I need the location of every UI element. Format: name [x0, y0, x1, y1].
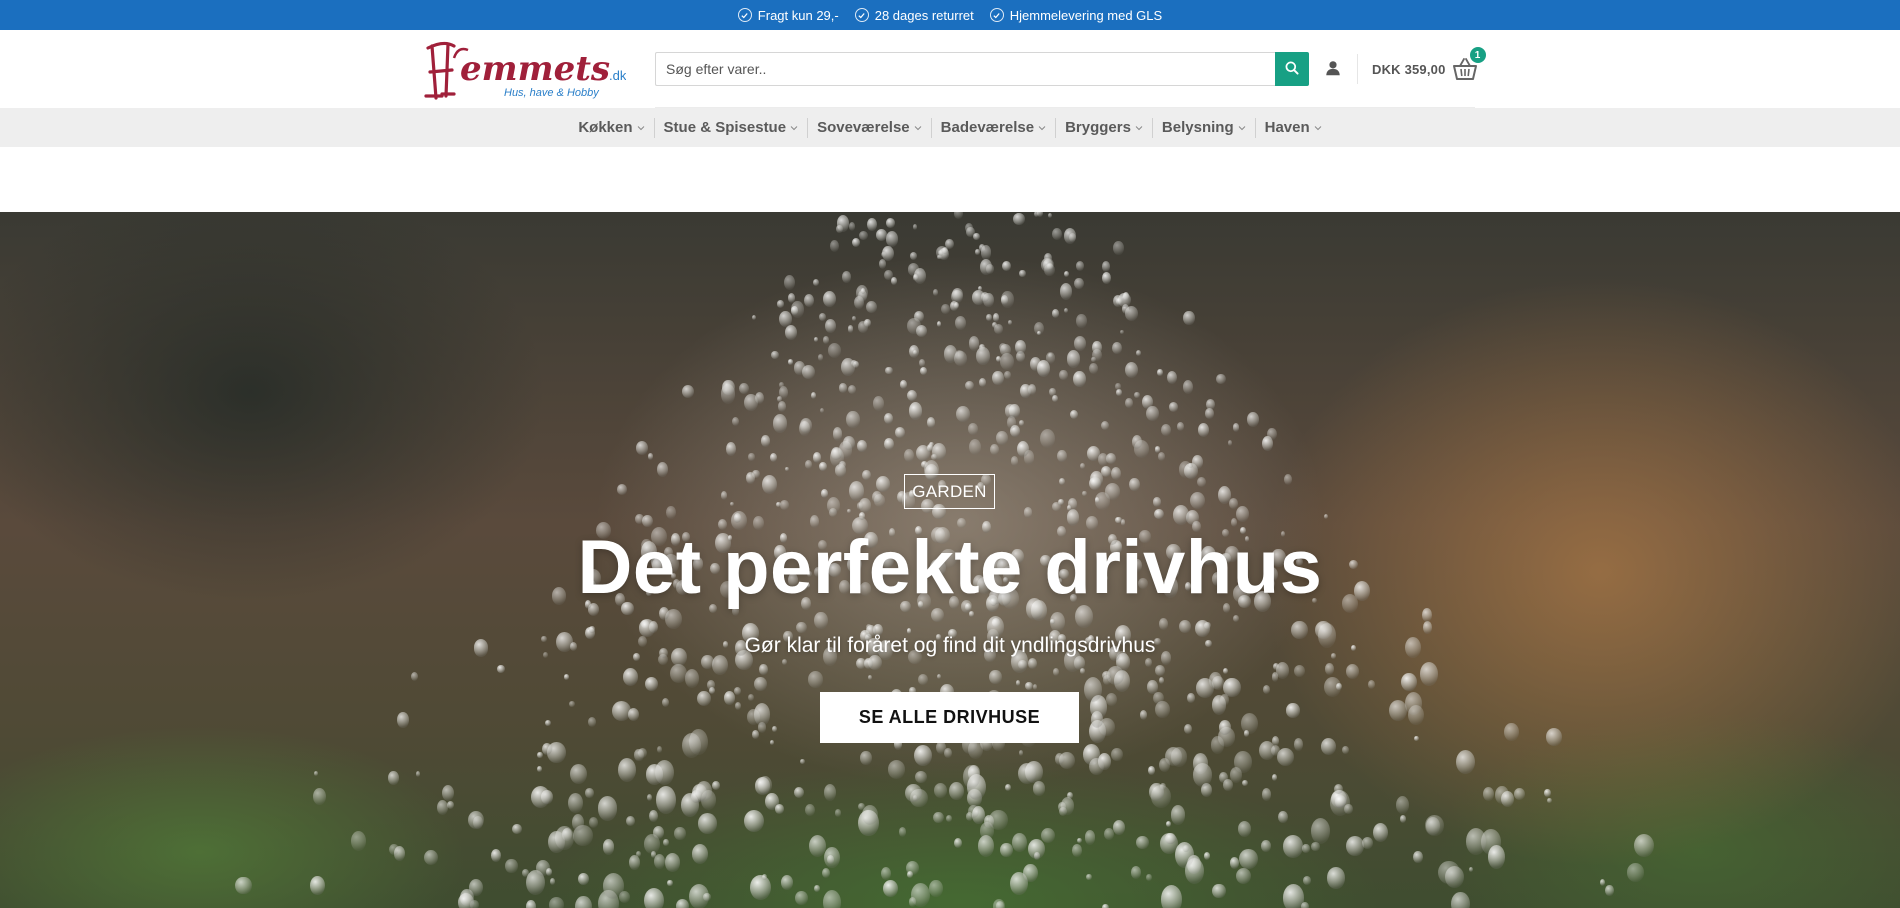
announcement-bar: Fragt kun 29,- 28 dages returret Hjemmel…	[0, 0, 1900, 30]
usp-label: 28 dages returret	[874, 7, 974, 23]
nav-item-badevaerelse[interactable]: Badeværelse	[930, 117, 1055, 138]
chevron-down-icon	[914, 125, 922, 130]
chevron-down-icon	[790, 125, 798, 130]
nav-item-kokken[interactable]: Køkken	[569, 118, 653, 138]
nav-item-label: Køkken	[578, 119, 633, 136]
basket-icon: 1	[1452, 47, 1486, 81]
nav-item-label: Belysning	[1161, 119, 1234, 136]
hero-banner: GARDEN Det perfekte drivhus Gør klar til…	[0, 212, 1900, 908]
logo-tagline: Hus, have & Hobby	[504, 87, 600, 99]
chevron-down-icon	[1238, 125, 1245, 130]
svg-text:.dk: .dk	[609, 68, 626, 83]
site-logo[interactable]: emmets .dk Hus, have & Hobby	[424, 36, 627, 102]
chevron-down-icon	[637, 125, 644, 130]
cart-total: DKK 359,00	[1372, 61, 1446, 77]
usp-item: Fragt kun 29,-	[737, 7, 839, 23]
cart-button[interactable]: DKK 359,00 1	[1372, 47, 1486, 82]
usp-label: Fragt kun 29,-	[757, 7, 839, 23]
main-navigation: Køkken Stue & Spisestue Soveværelse Bade…	[0, 108, 1900, 147]
usp-item: Hjemmelevering med GLS	[989, 7, 1163, 23]
search-input[interactable]	[655, 52, 1275, 86]
chevron-down-icon	[1314, 125, 1321, 130]
user-icon	[1324, 59, 1342, 82]
nav-item-label: Badeværelse	[940, 119, 1035, 136]
hero-subheadline: Gør klar til foråret og find dit yndling…	[744, 634, 1156, 657]
check-circle-icon	[854, 8, 869, 22]
nav-item-haven[interactable]: Haven	[1254, 117, 1331, 138]
chevron-down-icon	[1135, 125, 1143, 130]
see-all-greenhouses-button[interactable]: SE ALLE DRIVHUSE	[820, 692, 1079, 743]
search-form	[655, 52, 1309, 86]
hero-headline: Det perfekte drivhus	[577, 525, 1323, 610]
check-circle-icon	[737, 8, 752, 22]
usp-label: Hjemmelevering med GLS	[1009, 7, 1163, 23]
header-divider	[1357, 54, 1358, 84]
site-header: emmets .dk Hus, have & Hobby DKK 359,00	[0, 30, 1900, 108]
nav-item-label: Bryggers	[1065, 119, 1131, 136]
cart-count-badge: 1	[1469, 47, 1486, 63]
search-button[interactable]	[1275, 52, 1309, 86]
nav-item-belysning[interactable]: Belysning	[1151, 117, 1255, 138]
nav-item-label: Haven	[1264, 119, 1310, 136]
nav-item-bryggers[interactable]: Bryggers	[1055, 117, 1152, 138]
chevron-down-icon	[1038, 125, 1046, 130]
nav-item-stue-spisestue[interactable]: Stue & Spisestue	[653, 117, 808, 138]
search-icon	[1284, 60, 1300, 79]
header-spacer	[0, 147, 1900, 212]
nav-item-sovevaerelse[interactable]: Soveværelse	[807, 117, 931, 138]
check-circle-icon	[989, 8, 1004, 22]
nav-item-label: Soveværelse	[817, 119, 910, 136]
svg-text:emmets: emmets	[460, 49, 610, 89]
hero-category-tag: GARDEN	[904, 474, 995, 509]
nav-item-label: Stue & Spisestue	[663, 119, 787, 136]
account-button[interactable]	[1321, 58, 1345, 82]
hero-content: GARDEN Det perfekte drivhus Gør klar til…	[0, 212, 1900, 908]
usp-item: 28 dages returret	[854, 7, 974, 23]
